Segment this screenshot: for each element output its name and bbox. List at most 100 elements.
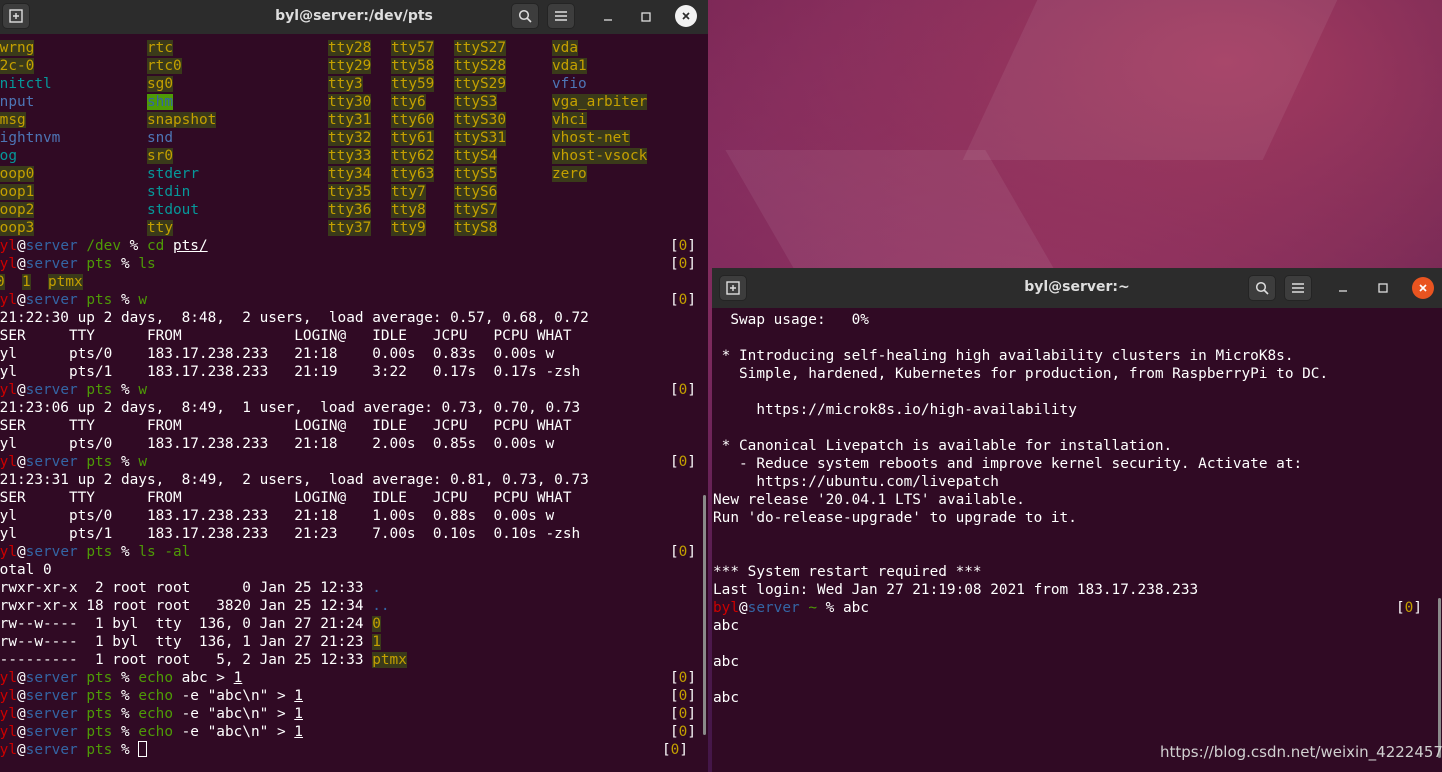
prompt-dir: pts <box>86 382 113 398</box>
prompt-at: @ <box>17 724 26 740</box>
left-terminal-output[interactable]: awrngrtctty28tty57ttyS27vdai2c-0rtc0tty2… <box>0 39 708 772</box>
output-line: 21:23:31 up 2 days, 8:49, 2 users, load … <box>0 472 589 488</box>
file-entry: tty62 <box>391 148 435 164</box>
output-line: USER TTY FROM LOGIN@ IDLE JCPU PCPU WHAT <box>0 418 572 434</box>
prompt-user: byl <box>0 670 17 686</box>
motd-line: https://ubuntu.com/livepatch <box>713 474 999 490</box>
listing-row: lightnvm snd tty32 tty61 ttyS31 vhost-net <box>0 129 708 147</box>
file-entry: ttyS4 <box>454 148 498 164</box>
prompt-at: @ <box>17 256 26 272</box>
prompt-line: byl@server ~ % abc [0] <box>712 599 1442 617</box>
right-terminal-output[interactable]: Swap usage: 0% * Introducing self-healin… <box>712 311 1442 772</box>
status-indicator: [0] <box>670 238 697 254</box>
prompt-symbol: % <box>120 238 139 254</box>
minimize-button[interactable] <box>597 6 619 28</box>
prompt-at: @ <box>17 688 26 704</box>
minimize-icon <box>604 19 612 21</box>
file-entry: tty <box>147 220 173 236</box>
left-terminal-window[interactable]: byl@server:/dev/pts awrng rtc tty28 tty57 tt… <box>0 0 708 772</box>
file-entry: i2c-0 <box>0 58 35 74</box>
maximize-button[interactable] <box>1372 277 1394 299</box>
prompt-host: server <box>25 742 78 758</box>
close-icon <box>682 12 690 20</box>
prompt-at: @ <box>17 544 26 560</box>
maximize-button[interactable] <box>635 6 657 28</box>
status-indicator: [0] <box>670 544 697 560</box>
output-line: 21:22:30 up 2 days, 8:48, 2 users, load … <box>0 310 589 326</box>
command-arg: 1 <box>294 706 303 722</box>
right-titlebar[interactable]: byl@server:~ <box>712 268 1442 308</box>
prompt-line: byl@server pts % w [0] <box>0 381 708 399</box>
maximize-icon <box>1378 283 1388 293</box>
file-entry: snd <box>147 130 173 146</box>
hamburger-menu-icon <box>1292 283 1304 293</box>
output-line: USER TTY FROM LOGIN@ IDLE JCPU PCPU WHAT <box>0 490 572 506</box>
output-line: abc <box>713 618 739 634</box>
close-button[interactable] <box>1412 277 1434 299</box>
motd-line <box>712 419 1442 437</box>
file-entry: 1 <box>22 274 31 290</box>
output-line: byl pts/1 183.17.238.233 21:19 3:22 0.17… <box>0 364 581 380</box>
file-entry: vda <box>552 40 578 56</box>
file-entry: tty28 <box>328 40 372 56</box>
menu-button[interactable] <box>547 3 575 29</box>
text-cursor <box>138 741 148 757</box>
file-entry: tty58 <box>391 58 435 74</box>
status-indicator: [0] <box>670 256 697 272</box>
prompt-dir: pts <box>86 670 113 686</box>
prompt-host: server <box>747 600 800 616</box>
search-button[interactable] <box>1248 275 1276 301</box>
file-entry: ttyS5 <box>454 166 498 182</box>
right-scrollbar[interactable] <box>1438 598 1441 758</box>
prompt-at: @ <box>17 238 26 254</box>
file-entry: loop0 <box>0 166 35 182</box>
minimize-button[interactable] <box>1332 277 1354 299</box>
prompt-dir: pts <box>86 292 113 308</box>
prompt-host: server <box>25 256 78 272</box>
status-indicator: [0] <box>670 454 697 470</box>
output-line: abc <box>713 690 739 706</box>
listing-row: kmsg snapshot tty31 tty60 ttyS30 vhci <box>0 111 708 129</box>
status-indicator: [0] <box>670 724 697 740</box>
file-entry: ttyS27 <box>454 40 506 56</box>
left-scrollbar[interactable] <box>703 495 706 735</box>
file-entry: tty8 <box>391 202 426 218</box>
command-arg: 1 <box>294 688 303 704</box>
prompt-at: @ <box>17 670 26 686</box>
file-entry: 1 <box>372 634 381 650</box>
listing-row: loop0 stderr tty34 tty63 ttyS5 zero <box>0 165 708 183</box>
listing-row: loop3 tty tty37 tty9 ttyS8 <box>0 219 708 237</box>
output-line: byl pts/0 183.17.238.233 21:18 1.00s 0.8… <box>0 508 555 524</box>
listing-row: i2c-0 rtc0 tty29 tty58 ttyS28 vda1 <box>0 57 708 75</box>
file-entry: vhost-net <box>552 130 630 146</box>
listing-row: awrng rtc tty28 tty57 ttyS27 vda <box>0 39 708 57</box>
prompt-symbol: % <box>112 706 130 722</box>
file-entry: tty35 <box>328 184 372 200</box>
prompt-at: @ <box>17 292 26 308</box>
close-button[interactable] <box>675 5 697 27</box>
close-icon <box>1419 284 1427 292</box>
file-entry: log <box>0 148 17 164</box>
file-entry: tty59 <box>391 76 435 92</box>
menu-button[interactable] <box>1284 275 1312 301</box>
left-titlebar[interactable]: byl@server:/dev/pts <box>0 0 708 34</box>
file-entry: tty33 <box>328 148 372 164</box>
search-button[interactable] <box>511 3 539 29</box>
right-terminal-window[interactable]: byl@server:~ Swap usage: 0% * Introducin… <box>712 268 1442 772</box>
lsal-row: crw--w---- 1 byl tty 136, 1 Jan 27 21:23… <box>0 634 381 650</box>
command: ls <box>138 256 156 272</box>
prompt-line-active[interactable]: byl@server pts % [0] <box>0 741 708 759</box>
prompt-user: byl <box>0 688 17 704</box>
file-entry: loop1 <box>0 184 35 200</box>
file-entry: snapshot <box>147 112 217 128</box>
ls-output: 0 1 ptmx <box>0 273 708 291</box>
file-entry: .. <box>372 598 390 614</box>
file-entry: vhost-vsock <box>552 148 648 164</box>
command-arg: pts/ <box>172 238 208 254</box>
prompt-host: server <box>25 724 78 740</box>
file-entry: tty34 <box>328 166 372 182</box>
file-entry: initctl <box>0 76 52 92</box>
file-entry: tty37 <box>328 220 372 236</box>
